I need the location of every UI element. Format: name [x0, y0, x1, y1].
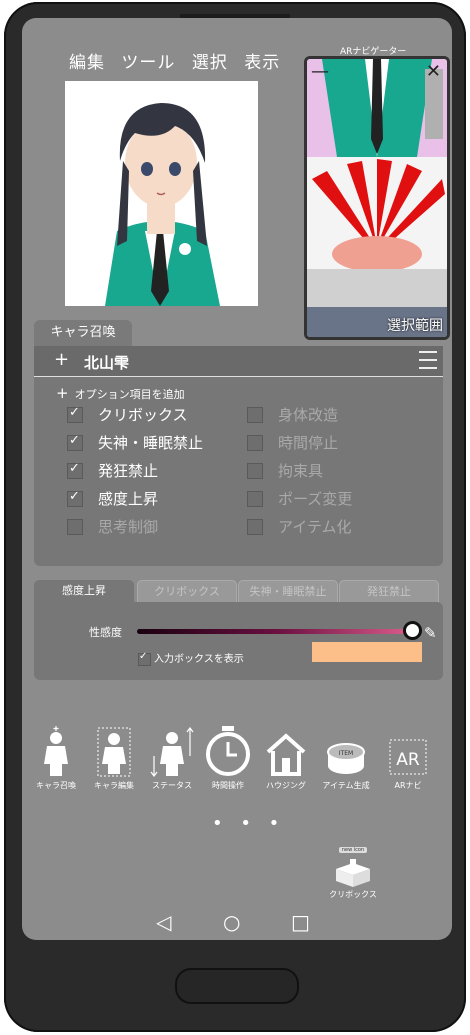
tool-label: ハウジング	[266, 781, 306, 790]
option-checkbox[interactable]	[247, 519, 263, 535]
option-label[interactable]: 失神・睡眠禁止	[98, 432, 203, 453]
tool-label: 時間操作	[212, 781, 244, 790]
option-checkbox[interactable]	[67, 433, 83, 451]
ar-navigator-window[interactable]: — ✕ 選択範囲	[304, 56, 450, 340]
sensitivity-label: 性感度	[89, 626, 122, 639]
clipbox-icon	[336, 859, 370, 887]
sensitivity-input-box[interactable]	[312, 642, 422, 662]
add-option-button[interactable]: + オプション項目を追加	[56, 384, 185, 402]
option-label[interactable]: 発狂禁止	[98, 460, 158, 481]
ar-close-icon[interactable]: ✕	[426, 61, 441, 82]
option-checkbox[interactable]	[247, 407, 263, 423]
option-checkbox[interactable]	[247, 463, 263, 479]
home-icon[interactable]: ○	[223, 910, 240, 934]
menu-edit[interactable]: 編集	[69, 53, 105, 73]
menu-tool[interactable]: ツール	[121, 53, 175, 73]
tool-character-edit[interactable]: キャラ編集	[84, 726, 144, 791]
option-label[interactable]: 思考制御	[98, 516, 158, 537]
option-label[interactable]: 感度上昇	[98, 488, 158, 509]
option-label[interactable]: アイテム化	[278, 516, 352, 537]
menu-view[interactable]: 表示	[244, 53, 280, 73]
add-option-label: オプション項目を追加	[74, 388, 185, 401]
character-options-panel: + 北山雫 + オプション項目を追加 クリボックス失神・睡眠禁止発狂禁止感度上昇思…	[34, 346, 443, 566]
hardware-home-button[interactable]	[175, 968, 299, 1004]
hamburger-menu-icon[interactable]	[419, 351, 437, 371]
tool-ar-navi[interactable]: AR ARナビ	[378, 726, 438, 791]
checkbox-icon[interactable]	[138, 651, 151, 666]
option-label[interactable]: 身体改造	[278, 404, 338, 425]
menu-select[interactable]: 選択	[192, 53, 228, 73]
tool-housing[interactable]: ハウジング	[256, 726, 316, 791]
option-label[interactable]: クリボックス	[98, 404, 188, 425]
new-icon-badge: new icon	[338, 847, 368, 853]
recent-apps-icon[interactable]: □	[291, 910, 310, 934]
svg-text:AR: AR	[396, 750, 420, 770]
option-checkbox[interactable]	[67, 519, 83, 535]
option-checkbox[interactable]	[247, 491, 263, 507]
tool-time-control[interactable]: 時間操作	[198, 726, 258, 791]
option-label[interactable]: 時間停止	[278, 432, 338, 453]
sensitivity-slider[interactable]	[137, 629, 417, 634]
tab-character-summon[interactable]: キャラ召喚	[34, 320, 132, 346]
pen-icon[interactable]: ✎	[424, 624, 437, 642]
tool-label: キャラ召喚	[36, 781, 76, 790]
option-checkbox[interactable]	[67, 461, 83, 479]
ar-minimize-icon[interactable]: —	[311, 61, 329, 82]
option-checkbox[interactable]	[67, 405, 83, 423]
tab-no-madness[interactable]: 発狂禁止	[339, 580, 439, 604]
tab-sensitivity[interactable]: 感度上昇	[34, 580, 134, 602]
tool-label: ARナビ	[394, 781, 422, 790]
person-arrows-icon	[150, 727, 194, 777]
show-input-checkbox[interactable]: 入力ボックスを表示	[138, 650, 244, 666]
add-character-button[interactable]: +	[54, 349, 69, 370]
tool-label: キャラ編集	[94, 781, 134, 790]
clock-icon	[206, 726, 250, 776]
person-plus-icon	[44, 726, 68, 776]
ar-selection-label[interactable]: 選択範囲	[387, 315, 443, 335]
tab-no-faint-sleep[interactable]: 失神・睡眠禁止	[238, 580, 338, 604]
character-row: + 北山雫	[34, 346, 443, 377]
option-label[interactable]: ポーズ変更	[278, 488, 352, 509]
slider-knob[interactable]	[403, 621, 423, 640]
back-icon[interactable]: ◁	[156, 910, 171, 934]
show-input-label: 入力ボックスを表示	[154, 654, 244, 665]
tool-label: アイテム生成	[322, 781, 370, 790]
person-frame-icon	[97, 727, 131, 777]
item-drum-icon: ITEM	[327, 743, 365, 774]
option-checkbox[interactable]	[247, 435, 263, 451]
tool-item-generate[interactable]: ITEM アイテム生成	[316, 726, 376, 791]
ar-icon: AR	[389, 739, 427, 775]
app-screen: 編集 ツール 選択 表示 ARナビゲーター — ✕ 選択範囲 キャラ召喚 + 北…	[22, 18, 452, 940]
svg-text:ITEM: ITEM	[339, 750, 353, 757]
house-icon	[266, 733, 306, 776]
more-dots[interactable]: • • •	[212, 813, 285, 834]
tool-character-summon[interactable]: キャラ召喚	[26, 726, 86, 791]
menu-bar: 編集 ツール 選択 表示	[69, 48, 290, 73]
clipbox-shortcut[interactable]: new icon クリボックス	[318, 836, 388, 900]
sensitivity-panel: 性感度 ✎ 入力ボックスを表示	[34, 602, 443, 680]
tab-clipbox[interactable]: クリボックス	[137, 580, 237, 604]
option-label[interactable]: 拘束具	[278, 460, 323, 481]
tool-label: ステータス	[152, 781, 192, 790]
character-portrait[interactable]	[65, 81, 258, 306]
tool-status[interactable]: ステータス	[142, 726, 202, 791]
plus-icon: +	[56, 384, 69, 402]
clipbox-label: クリボックス	[329, 890, 377, 899]
character-name[interactable]: 北山雫	[84, 352, 129, 373]
option-checkbox[interactable]	[67, 489, 83, 507]
